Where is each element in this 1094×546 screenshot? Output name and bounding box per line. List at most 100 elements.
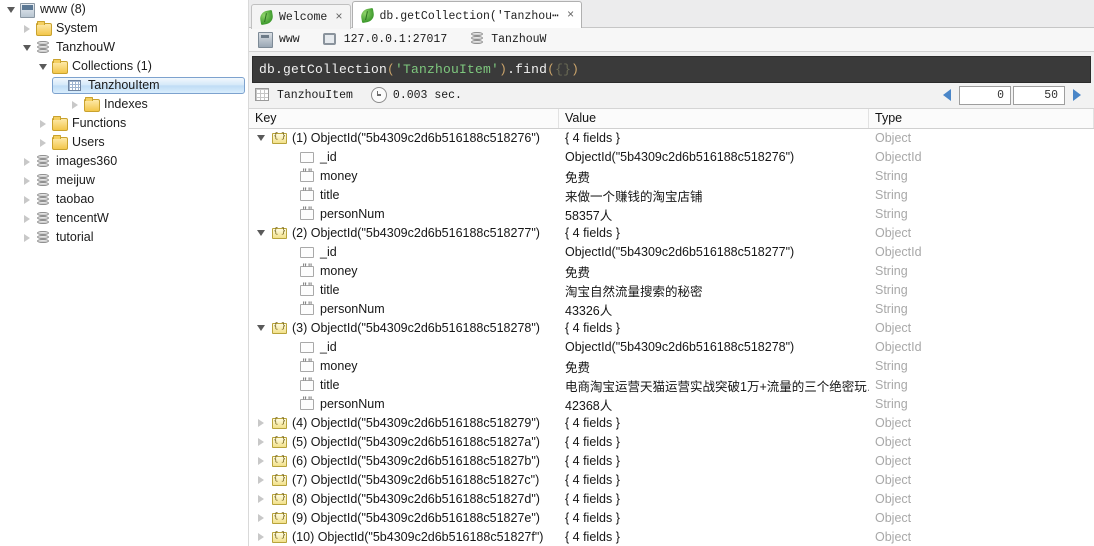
tab-welcome[interactable]: Welcome × bbox=[251, 4, 351, 29]
grid-cell-value[interactable]: { 4 fields } bbox=[559, 414, 869, 433]
tree-item-www-8[interactable]: www (8) bbox=[0, 0, 248, 19]
grid-cell-value[interactable]: 43326人 bbox=[559, 300, 869, 319]
skip-input[interactable]: 0 bbox=[959, 85, 1011, 105]
row-expander-icon[interactable] bbox=[253, 457, 269, 466]
tree-expander-icon[interactable] bbox=[36, 57, 50, 76]
query-editor[interactable]: db.getCollection('TanzhouItem').find({}) bbox=[252, 55, 1091, 83]
grid-cell-value[interactable]: { 4 fields } bbox=[559, 490, 869, 509]
tree-item-tanzhouitem[interactable]: TanzhouItem bbox=[0, 76, 248, 95]
grid-cell-key[interactable]: (6) ObjectId("5b4309c2d6b516188c51827b") bbox=[249, 452, 559, 471]
grid-cell-value[interactable]: 来做一个赚钱的淘宝店铺 bbox=[559, 186, 869, 205]
grid-cell-key[interactable]: _id bbox=[249, 338, 559, 357]
breadcrumb-item-0[interactable]: www bbox=[257, 31, 300, 48]
grid-row[interactable]: money 免费 String bbox=[249, 357, 1094, 376]
row-expander-icon[interactable] bbox=[253, 230, 269, 237]
column-header-value[interactable]: Value bbox=[559, 108, 869, 128]
row-expander-icon[interactable] bbox=[253, 533, 269, 542]
grid-cell-key[interactable]: (4) ObjectId("5b4309c2d6b516188c518279") bbox=[249, 414, 559, 433]
tree-item-taobao[interactable]: taobao bbox=[0, 190, 248, 209]
grid-cell-key[interactable]: personNum bbox=[249, 300, 559, 319]
grid-row[interactable]: (9) ObjectId("5b4309c2d6b516188c51827e")… bbox=[249, 509, 1094, 528]
tab-query[interactable]: db.getCollection('Tanzhou⋯ × bbox=[351, 1, 583, 28]
grid-row[interactable]: (3) ObjectId("5b4309c2d6b516188c518278")… bbox=[249, 319, 1094, 338]
grid-cell-value[interactable]: { 4 fields } bbox=[559, 528, 869, 546]
breadcrumb-item-2[interactable]: TanzhouW bbox=[469, 31, 546, 47]
grid-row[interactable]: money 免费 String bbox=[249, 262, 1094, 281]
grid-row[interactable]: _id ObjectId("5b4309c2d6b516188c518278") O… bbox=[249, 338, 1094, 357]
grid-cell-value[interactable]: ObjectId("5b4309c2d6b516188c518278") bbox=[559, 338, 869, 357]
tree-item-system[interactable]: System bbox=[0, 19, 248, 38]
grid-cell-value[interactable]: { 4 fields } bbox=[559, 433, 869, 452]
tree-item-collections-1[interactable]: Collections (1) bbox=[0, 57, 248, 76]
grid-row[interactable]: _id ObjectId("5b4309c2d6b516188c518277") O… bbox=[249, 243, 1094, 262]
tab-close-icon[interactable]: × bbox=[567, 9, 574, 21]
grid-cell-key[interactable]: (2) ObjectId("5b4309c2d6b516188c518277") bbox=[249, 224, 559, 243]
tree-item-meijuw[interactable]: meijuw bbox=[0, 171, 248, 190]
grid-row[interactable]: title 淘宝自然流量搜索的秘密 String bbox=[249, 281, 1094, 300]
tree-expander-icon[interactable] bbox=[36, 133, 50, 152]
grid-cell-value[interactable]: ObjectId("5b4309c2d6b516188c518277") bbox=[559, 243, 869, 262]
grid-row[interactable]: (6) ObjectId("5b4309c2d6b516188c51827b")… bbox=[249, 452, 1094, 471]
grid-cell-key[interactable]: _id bbox=[249, 148, 559, 167]
column-header-type[interactable]: Type bbox=[869, 108, 1094, 128]
tree-expander-icon[interactable] bbox=[20, 19, 34, 38]
grid-row[interactable]: (5) ObjectId("5b4309c2d6b516188c51827a")… bbox=[249, 433, 1094, 452]
row-expander-icon[interactable] bbox=[253, 325, 269, 332]
results-grid[interactable]: Key Value Type (1) ObjectId("5b4309c2d6b… bbox=[249, 108, 1094, 546]
grid-cell-key[interactable]: (7) ObjectId("5b4309c2d6b516188c51827c") bbox=[249, 471, 559, 490]
grid-cell-value[interactable]: ObjectId("5b4309c2d6b516188c518276") bbox=[559, 148, 869, 167]
grid-row[interactable]: title 来做一个赚钱的淘宝店铺 String bbox=[249, 186, 1094, 205]
tree-expander-icon[interactable] bbox=[20, 228, 34, 247]
grid-cell-key[interactable]: (9) ObjectId("5b4309c2d6b516188c51827e") bbox=[249, 509, 559, 528]
grid-row[interactable]: _id ObjectId("5b4309c2d6b516188c518276") O… bbox=[249, 148, 1094, 167]
grid-cell-value[interactable]: { 4 fields } bbox=[559, 129, 869, 148]
grid-cell-key[interactable]: title bbox=[249, 186, 559, 205]
tree-expander-icon[interactable] bbox=[20, 38, 34, 57]
grid-row[interactable]: (7) ObjectId("5b4309c2d6b516188c51827c")… bbox=[249, 471, 1094, 490]
row-expander-icon[interactable] bbox=[253, 438, 269, 447]
tree-expander-icon[interactable] bbox=[20, 152, 34, 171]
grid-row[interactable]: money 免费 String bbox=[249, 167, 1094, 186]
grid-cell-value[interactable]: 淘宝自然流量搜索的秘密 bbox=[559, 281, 869, 300]
next-page-button[interactable] bbox=[1066, 86, 1088, 105]
tree-expander-icon[interactable] bbox=[20, 209, 34, 228]
tree-item-tutorial[interactable]: tutorial bbox=[0, 228, 248, 247]
tree-expander-icon[interactable] bbox=[4, 0, 18, 19]
grid-cell-value[interactable]: 免费 bbox=[559, 357, 869, 376]
grid-cell-key[interactable]: money bbox=[249, 262, 559, 281]
grid-row[interactable]: personNum 42368人 String bbox=[249, 395, 1094, 414]
query-editor-line[interactable]: db.getCollection('TanzhouItem').find({}) bbox=[259, 62, 579, 77]
grid-row[interactable]: (10) ObjectId("5b4309c2d6b516188c51827f"… bbox=[249, 528, 1094, 546]
grid-cell-key[interactable]: money bbox=[249, 357, 559, 376]
tree-item-functions[interactable]: Functions bbox=[0, 114, 248, 133]
grid-cell-key[interactable]: (3) ObjectId("5b4309c2d6b516188c518278") bbox=[249, 319, 559, 338]
grid-cell-value[interactable]: { 4 fields } bbox=[559, 319, 869, 338]
tree-item-tencentw[interactable]: tencentW bbox=[0, 209, 248, 228]
grid-cell-value[interactable]: { 4 fields } bbox=[559, 509, 869, 528]
grid-cell-value[interactable]: 58357人 bbox=[559, 205, 869, 224]
tree-expander-icon[interactable] bbox=[68, 95, 82, 114]
grid-cell-key[interactable]: title bbox=[249, 376, 559, 395]
grid-view-icon[interactable] bbox=[254, 88, 270, 102]
grid-row[interactable]: personNum 43326人 String bbox=[249, 300, 1094, 319]
grid-row[interactable]: title 电商淘宝运营天猫运营实战突破1万+流量的三个绝密玩… String bbox=[249, 376, 1094, 395]
database-tree-sidebar[interactable]: www (8) System TanzhouW Collections (1) Tanz… bbox=[0, 0, 249, 546]
tree-expander-icon[interactable] bbox=[20, 190, 34, 209]
grid-cell-value[interactable]: { 4 fields } bbox=[559, 452, 869, 471]
prev-page-button[interactable] bbox=[936, 86, 958, 105]
grid-cell-value[interactable]: { 4 fields } bbox=[559, 224, 869, 243]
tab-close-icon[interactable]: × bbox=[335, 11, 342, 23]
grid-cell-key[interactable]: _id bbox=[249, 243, 559, 262]
row-expander-icon[interactable] bbox=[253, 419, 269, 428]
grid-cell-key[interactable]: (1) ObjectId("5b4309c2d6b516188c518276") bbox=[249, 129, 559, 148]
tree-item-tanzhouw[interactable]: TanzhouW bbox=[0, 38, 248, 57]
grid-row[interactable]: (4) ObjectId("5b4309c2d6b516188c518279")… bbox=[249, 414, 1094, 433]
grid-cell-key[interactable]: money bbox=[249, 167, 559, 186]
tree-item-indexes[interactable]: Indexes bbox=[0, 95, 248, 114]
tree-item-images360[interactable]: images360 bbox=[0, 152, 248, 171]
grid-cell-value[interactable]: 免费 bbox=[559, 167, 869, 186]
tree-expander-icon[interactable] bbox=[36, 114, 50, 133]
limit-input[interactable]: 50 bbox=[1013, 85, 1065, 105]
grid-row[interactable]: (1) ObjectId("5b4309c2d6b516188c518276")… bbox=[249, 129, 1094, 148]
grid-cell-value[interactable]: 免费 bbox=[559, 262, 869, 281]
